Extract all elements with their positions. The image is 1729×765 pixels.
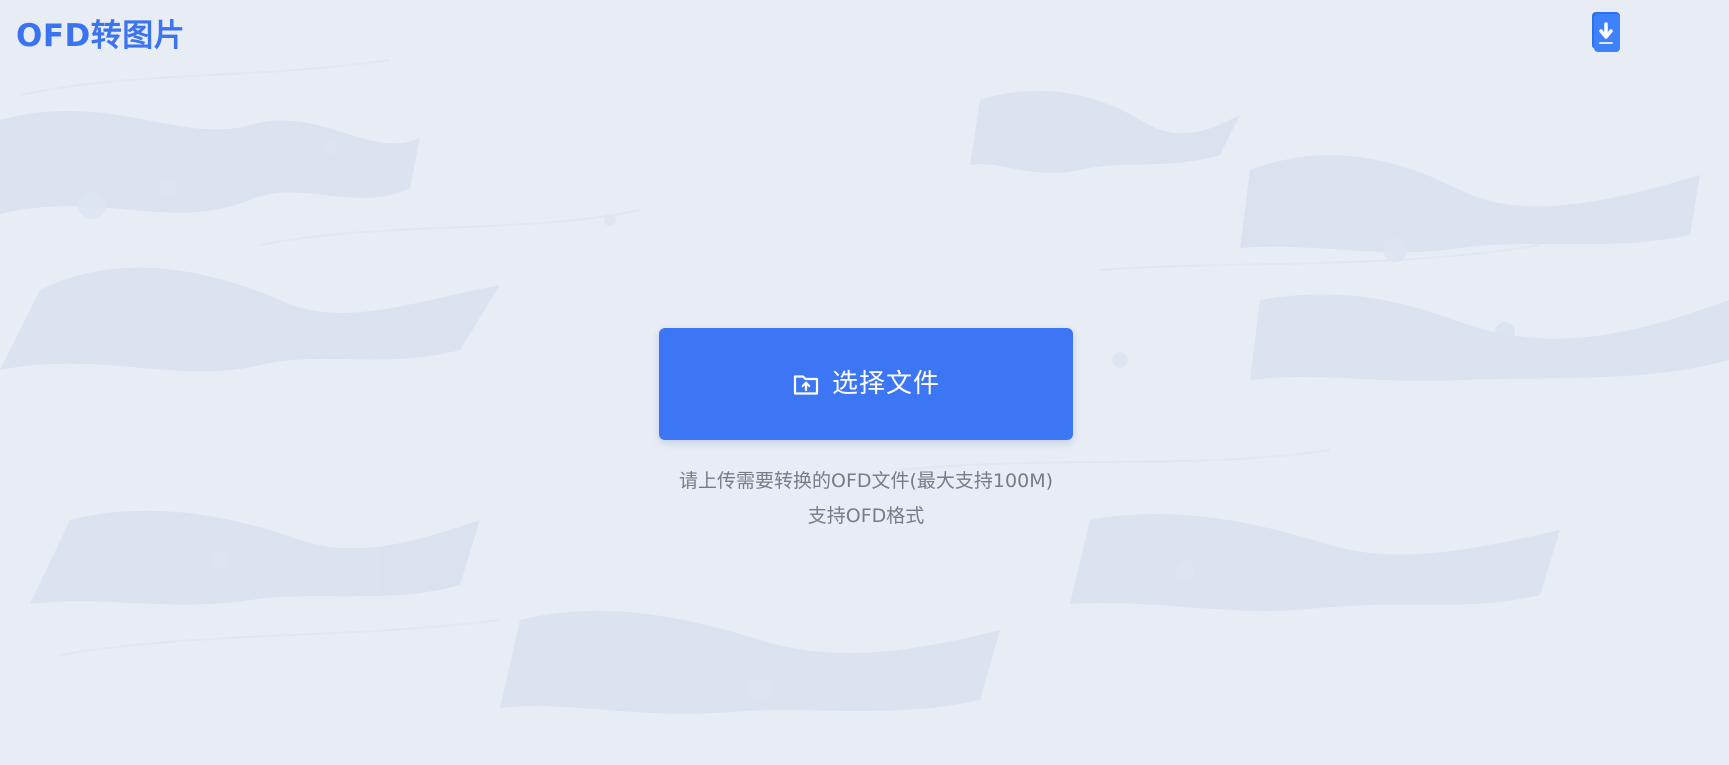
upload-panel: 选择文件 请上传需要转换的OFD文件(最大支持100M) 支持OFD格式 — [659, 328, 1073, 534]
upload-hint-line2: 支持OFD格式 — [807, 505, 925, 527]
app-title: OFD转图片 — [16, 18, 186, 54]
download-button[interactable] — [1584, 6, 1632, 64]
upload-hint-line1: 请上传需要转换的OFD文件(最大支持100M) — [679, 470, 1053, 492]
select-file-button[interactable]: 选择文件 — [659, 328, 1073, 440]
select-file-label: 选择文件 — [831, 369, 940, 399]
folder-upload-icon — [793, 375, 819, 395]
upload-hint: 请上传需要转换的OFD文件(最大支持100M) 支持OFD格式 — [679, 464, 1053, 534]
download-icon — [1592, 12, 1620, 52]
